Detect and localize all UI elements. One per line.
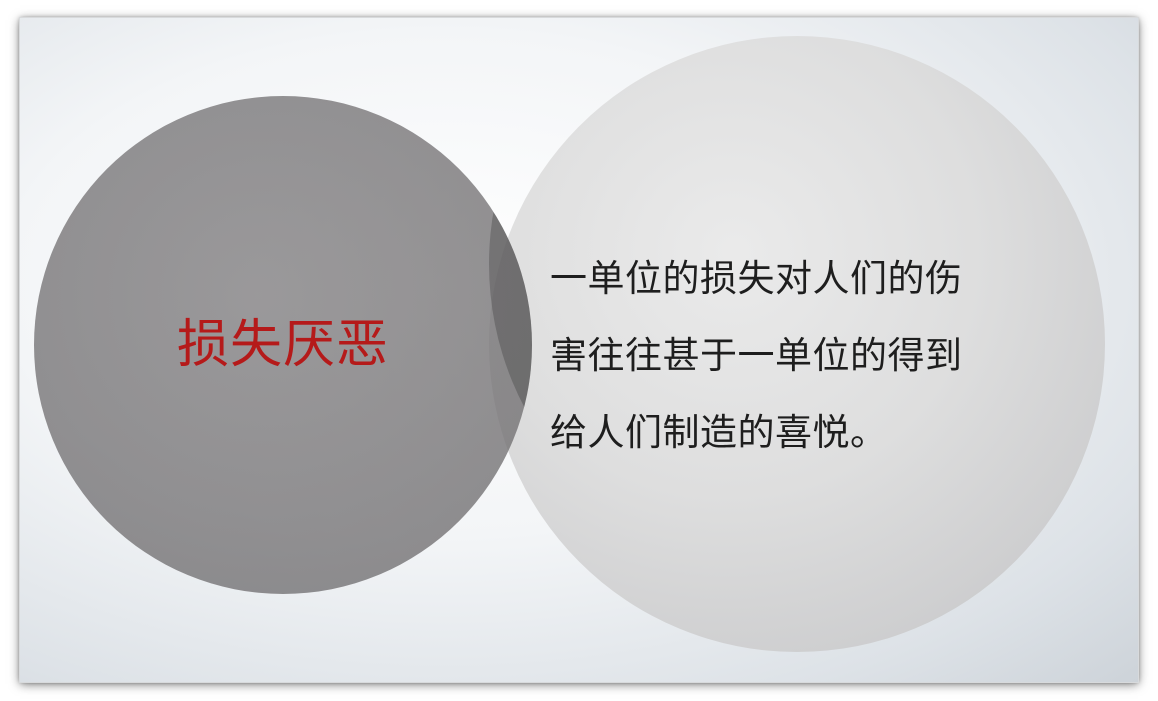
slide-frame: 损失厌恶 一单位的损失对人们的伤 害往往甚于一单位的得到 给人们制造的喜悦。 — [20, 18, 1138, 682]
definition-line-2: 害往往甚于一单位的得到 — [550, 334, 963, 377]
definition-line-3: 给人们制造的喜悦。 — [550, 411, 888, 454]
definition-line-1: 一单位的损失对人们的伤 — [550, 257, 963, 300]
slide-title: 损失厌恶 — [176, 315, 389, 375]
definition-text: 一单位的损失对人们的伤 害往往甚于一单位的得到 给人们制造的喜悦。 — [550, 240, 1050, 471]
